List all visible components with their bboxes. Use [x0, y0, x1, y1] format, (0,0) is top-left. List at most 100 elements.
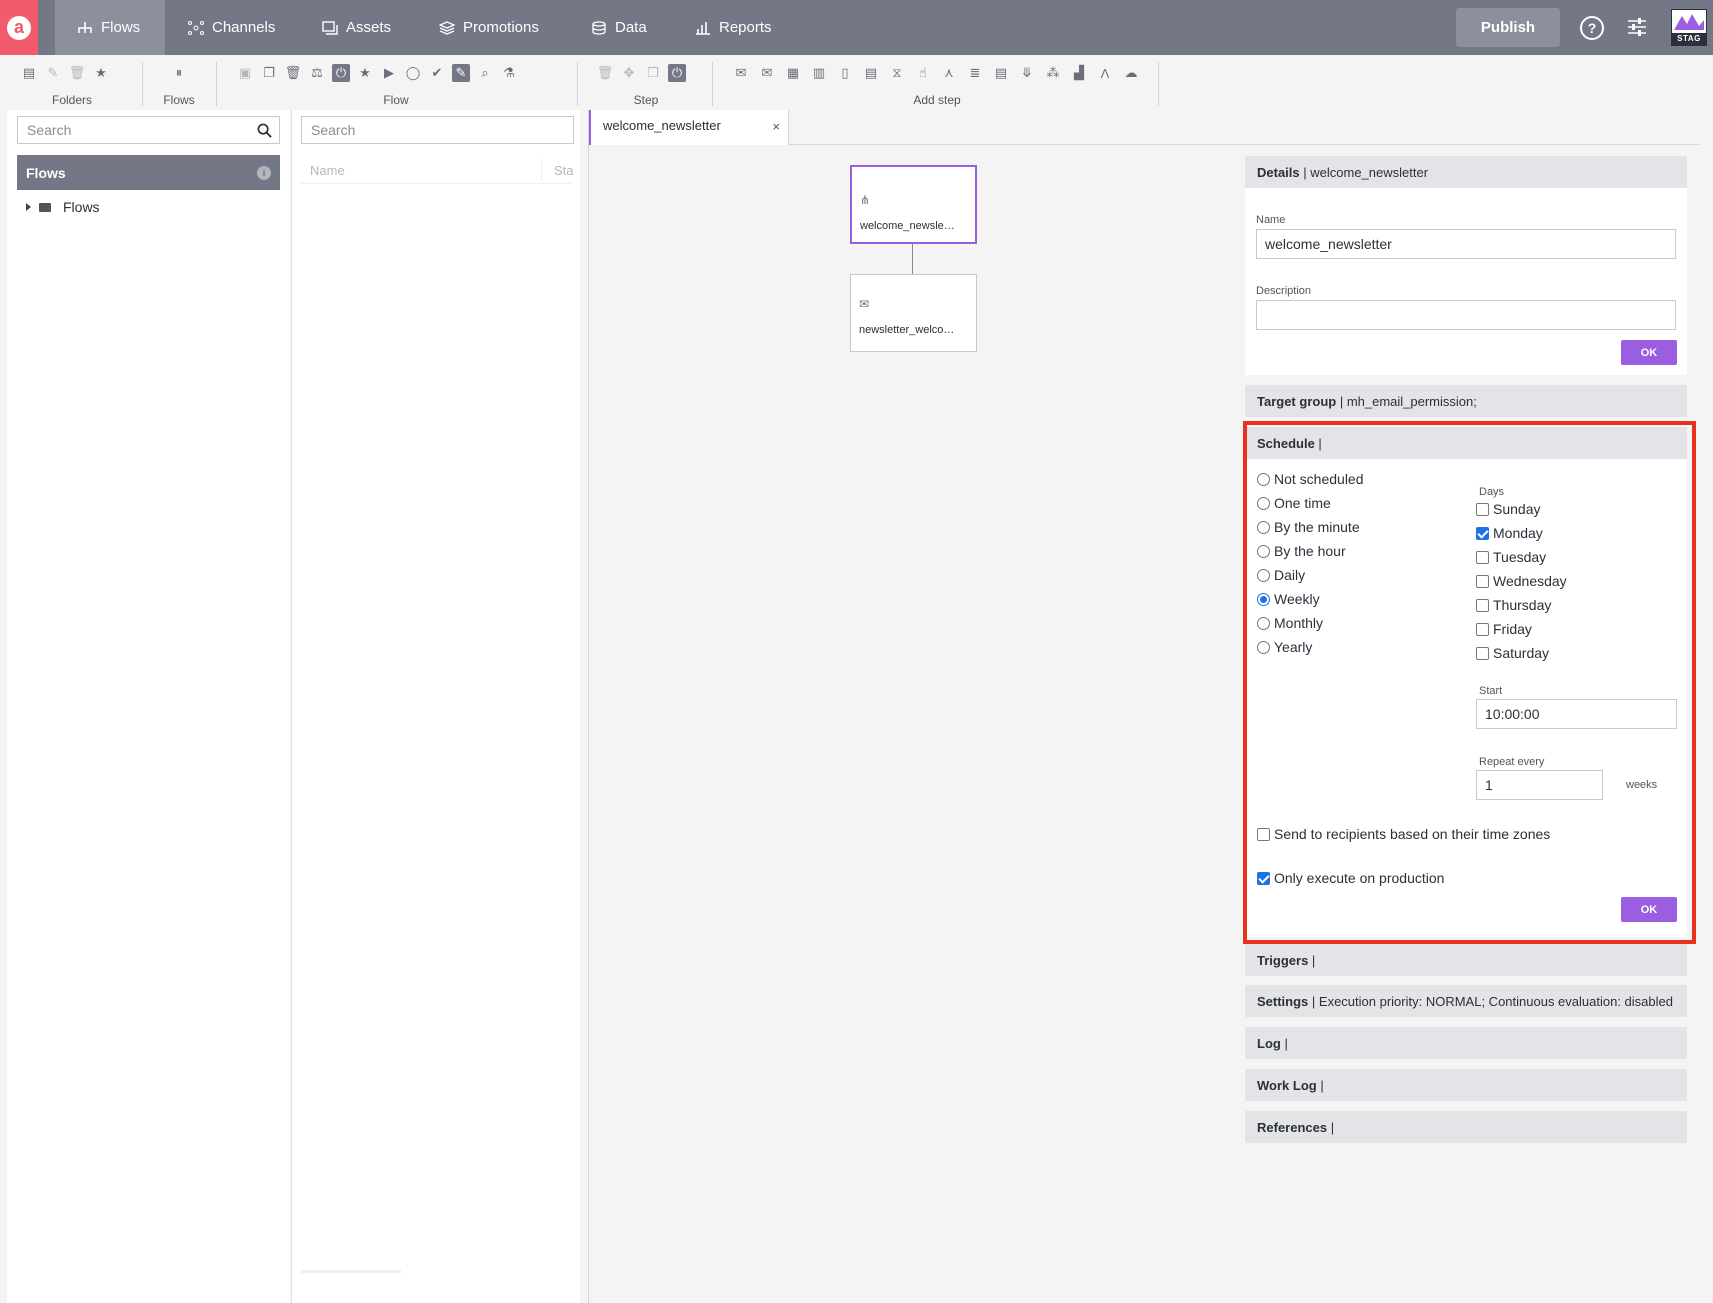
schedule-option-one-time[interactable]: One time — [1257, 495, 1331, 511]
toolbar-group-folders: ▤ ✎ 🗑 ★ Folders — [20, 61, 124, 107]
work-log-section-header[interactable]: Work Log | — [1245, 1069, 1687, 1101]
info-icon[interactable]: i — [257, 166, 271, 180]
copy-icon[interactable]: ❐ — [260, 64, 278, 82]
flask-icon[interactable]: ⚗ — [500, 64, 518, 82]
day-tuesday[interactable]: Tuesday — [1476, 549, 1546, 565]
target-group-section-header[interactable]: Target group | mh_email_permission; — [1245, 385, 1687, 417]
column-name[interactable]: Name — [310, 163, 345, 178]
banner-step-icon[interactable]: ▦ — [784, 64, 802, 82]
folder-panel: Search Flows i Flows — [7, 110, 290, 1303]
play-dropdown-icon[interactable]: ▶ — [380, 64, 398, 82]
schedule-option-weekly[interactable]: Weekly — [1257, 591, 1320, 607]
delete-folder-icon[interactable]: 🗑 — [68, 64, 86, 82]
pause-dropdown-icon[interactable]: ⏸ — [170, 64, 188, 82]
environment-badge[interactable]: STAG — [1671, 9, 1707, 46]
day-sunday[interactable]: Sunday — [1476, 501, 1540, 517]
nav-tab-data[interactable]: Data — [591, 0, 647, 55]
schedule-option-monthly[interactable]: Monthly — [1257, 615, 1323, 631]
close-tab-icon[interactable]: × — [772, 119, 780, 134]
day-wednesday[interactable]: Wednesday — [1476, 573, 1567, 589]
details-section-header[interactable]: Details | welcome_newsletter — [1245, 156, 1687, 188]
day-saturday[interactable]: Saturday — [1476, 645, 1549, 661]
repeat-every-field[interactable]: 1 — [1476, 770, 1603, 800]
folder-search-input[interactable]: Search — [17, 116, 280, 144]
save-icon[interactable]: ▣ — [236, 64, 254, 82]
edit-folder-icon[interactable]: ✎ — [44, 64, 62, 82]
copy-step-icon[interactable]: ❐ — [644, 64, 662, 82]
new-folder-icon[interactable]: ▤ — [20, 64, 38, 82]
lightbulb-dropdown-icon[interactable]: ◯ — [404, 64, 422, 82]
timezone-checkbox[interactable]: Send to recipients based on their time z… — [1257, 826, 1550, 842]
document-step-icon[interactable]: ▤ — [992, 64, 1010, 82]
split-icon[interactable]: ⚖ — [308, 64, 326, 82]
star-icon[interactable]: ★ — [356, 64, 374, 82]
toolbar-group-add-step: ✉ ✉ ▦ ▥ ▯ ▤ ⧖ ☝ ⋏ ≣ ▤ ⤋ ⁂ ▟ Λ ☁ Add step — [732, 61, 1142, 107]
day-monday[interactable]: Monday — [1476, 525, 1543, 541]
favorite-folder-icon[interactable]: ★ — [92, 64, 110, 82]
check-dropdown-icon[interactable]: ✔ — [428, 64, 446, 82]
nav-tab-assets[interactable]: Assets — [322, 0, 391, 55]
description-field[interactable] — [1256, 300, 1676, 330]
mobile-step-icon[interactable]: ▯ — [836, 64, 854, 82]
details-ok-button[interactable]: OK — [1621, 340, 1677, 365]
email-cost-step-icon[interactable]: ✉ — [758, 64, 776, 82]
schedule-option-daily[interactable]: Daily — [1257, 567, 1305, 583]
schedule-option-not-scheduled[interactable]: Not scheduled — [1257, 471, 1364, 487]
folder-icon — [39, 202, 51, 212]
flows-folder-header[interactable]: Flows i — [17, 155, 280, 190]
tree-item-flows[interactable]: Flows — [26, 199, 100, 215]
nav-tab-channels[interactable]: Channels — [188, 0, 275, 55]
delete-step-icon[interactable]: 🗑 — [596, 64, 614, 82]
app-logo[interactable]: a — [0, 0, 38, 55]
step-power-icon[interactable]: ⏻ — [668, 64, 686, 82]
production-only-checkbox[interactable]: Only execute on production — [1257, 870, 1444, 886]
publish-button[interactable]: Publish — [1456, 8, 1560, 47]
search-icon[interactable]: ⌕ — [476, 64, 494, 82]
day-friday[interactable]: Friday — [1476, 621, 1532, 637]
report-step-icon[interactable]: ▟ — [1070, 64, 1088, 82]
name-field[interactable]: welcome_newsletter — [1256, 229, 1676, 259]
split-step-icon[interactable]: ⋏ — [940, 64, 958, 82]
help-icon[interactable]: ? — [1580, 16, 1604, 40]
power-icon[interactable]: ⏻ — [332, 64, 350, 82]
references-section-header[interactable]: References | — [1245, 1111, 1687, 1143]
cloud-step-icon[interactable]: ☁ — [1122, 64, 1140, 82]
promotions-icon — [439, 20, 455, 35]
toolbar-divider — [142, 62, 143, 106]
email-step-icon[interactable]: ✉ — [732, 64, 750, 82]
timer-step-icon[interactable]: ⧖ — [888, 64, 906, 82]
flow-search-input[interactable]: Search — [301, 116, 574, 144]
expand-caret-icon[interactable] — [26, 203, 31, 211]
merge-step-icon[interactable]: ⤋ — [1018, 64, 1036, 82]
delete-icon[interactable]: 🗑 — [284, 64, 302, 82]
flow-node-start[interactable]: ⋔ welcome_newsle… — [850, 165, 977, 244]
triggers-section-header[interactable]: Triggers | — [1245, 944, 1687, 976]
horizontal-scrollbar[interactable] — [301, 1270, 401, 1273]
column-status[interactable]: Sta — [554, 163, 574, 178]
edit-icon[interactable]: ✎ — [452, 64, 470, 82]
schedule-option-yearly[interactable]: Yearly — [1257, 639, 1312, 655]
schedule-ok-button[interactable]: OK — [1621, 897, 1677, 922]
schedule-section-header[interactable]: Schedule | — [1245, 427, 1687, 459]
nav-tab-reports[interactable]: Reports — [695, 0, 772, 55]
settings-sliders-icon[interactable] — [1626, 16, 1648, 38]
settings-section-header[interactable]: Settings | Execution priority: NORMAL; C… — [1245, 985, 1687, 1017]
reports-icon — [696, 21, 710, 35]
nav-tab-flows[interactable]: Flows — [55, 0, 165, 55]
schedule-option-by-the-hour[interactable]: By the hour — [1257, 543, 1346, 559]
day-thursday[interactable]: Thursday — [1476, 597, 1551, 613]
log-section-header[interactable]: Log | — [1245, 1027, 1687, 1059]
touch-step-icon[interactable]: ☝ — [914, 64, 932, 82]
segment-step-icon[interactable]: ⁂ — [1044, 64, 1062, 82]
database-step-icon[interactable]: ≣ — [966, 64, 984, 82]
flow-node-email[interactable]: ✉ newsletter_welco… — [850, 274, 977, 352]
nav-tab-promotions[interactable]: Promotions — [439, 0, 539, 55]
page-step-icon[interactable]: ▥ — [810, 64, 828, 82]
ab-step-icon[interactable]: Λ — [1096, 64, 1114, 82]
move-step-icon[interactable]: ✥ — [620, 64, 638, 82]
search-icon[interactable] — [257, 123, 272, 138]
schedule-option-by-the-minute[interactable]: By the minute — [1257, 519, 1360, 535]
calendar-step-icon[interactable]: ▤ — [862, 64, 880, 82]
start-time-field[interactable]: 10:00:00 — [1476, 699, 1677, 729]
tab-welcome-newsletter[interactable]: welcome_newsletter × — [589, 110, 789, 145]
